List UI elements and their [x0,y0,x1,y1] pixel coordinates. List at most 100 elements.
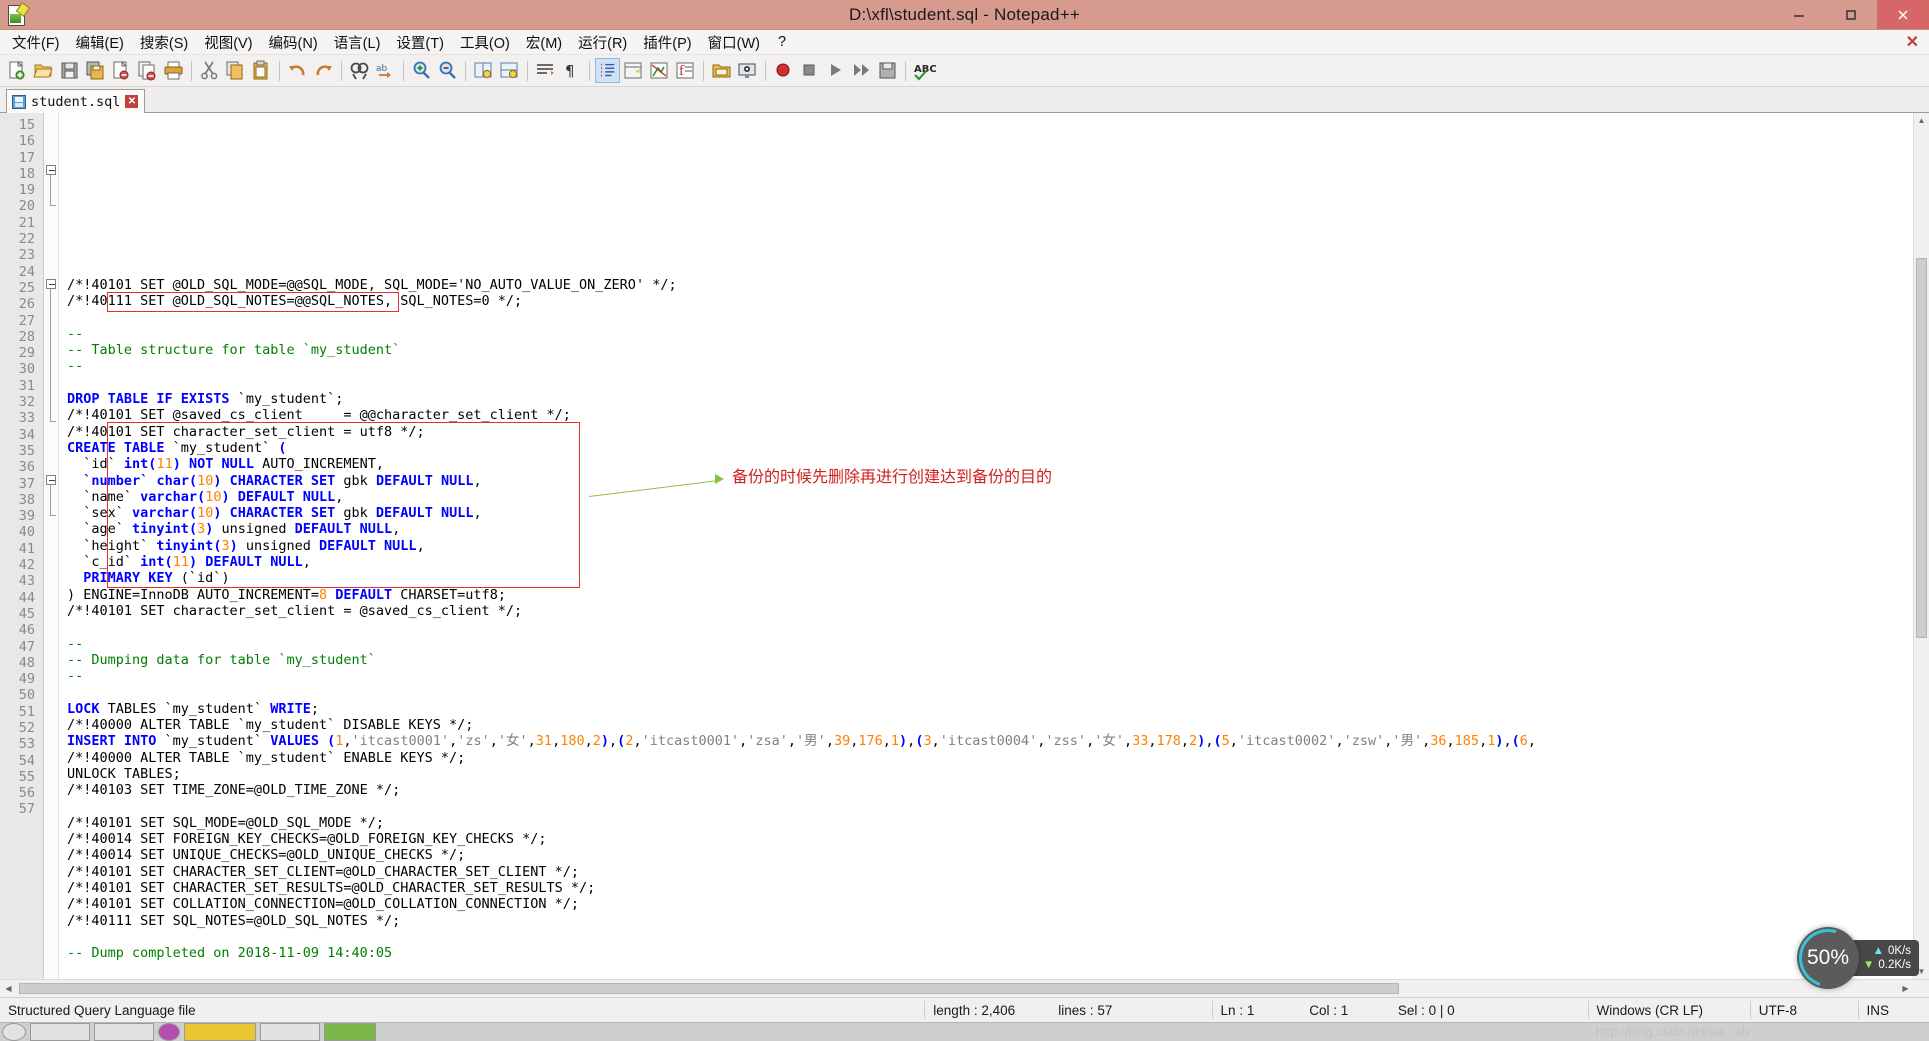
code-line[interactable]: /*!40101 SET character_set_client = utf8… [67,424,1913,440]
network-speed-widget[interactable]: 50% ▲ 0K/s ▼ 0.2K/s [1788,918,1919,998]
sync-horizontal-icon[interactable] [497,58,522,83]
save-icon[interactable] [57,58,82,83]
code-line[interactable]: PRIMARY KEY (`id`) [67,570,1913,586]
new-file-icon[interactable] [5,58,30,83]
code-line[interactable]: /*!40000 ALTER TABLE `my_student` ENABLE… [67,750,1913,766]
open-file-icon[interactable] [31,58,56,83]
code-line[interactable]: /*!40101 SET @OLD_SQL_MODE=@@SQL_MODE, S… [67,277,1913,293]
spell-check-icon[interactable]: ABC [911,58,936,83]
tab-close-icon[interactable]: ✕ [125,95,139,108]
close-file-icon[interactable] [109,58,134,83]
code-line[interactable]: LOCK TABLES `my_student` WRITE; [67,701,1913,717]
code-line[interactable]: -- [67,636,1913,652]
code-line[interactable]: DROP TABLE IF EXISTS `my_student`; [67,391,1913,407]
code-line[interactable]: /*!40101 SET CHARACTER_SET_CLIENT=@OLD_C… [67,864,1913,880]
code-line[interactable]: /*!40101 SET SQL_MODE=@OLD_SQL_MODE */; [67,815,1913,831]
code-line[interactable] [67,684,1913,700]
code-line[interactable]: CREATE TABLE `my_student` ( [67,440,1913,456]
vertical-scroll-thumb[interactable] [1916,258,1927,638]
close-document-button[interactable]: ✕ [1906,32,1919,52]
taskbar-item[interactable] [94,1023,154,1041]
code-line[interactable]: INSERT INTO `my_student` VALUES (1,'itca… [67,733,1913,749]
code-line[interactable]: -- Dump completed on 2018-11-09 14:40:05 [67,945,1913,961]
function-list-icon[interactable]: f [673,58,698,83]
word-wrap-icon[interactable] [533,58,558,83]
replace-icon[interactable]: ab [373,58,398,83]
find-icon[interactable] [347,58,372,83]
code-line[interactable]: /*!40000 ALTER TABLE `my_student` DISABL… [67,717,1913,733]
print-icon[interactable] [161,58,186,83]
code-line[interactable] [67,310,1913,326]
menu-file[interactable]: 文件(F) [4,30,68,55]
menu-view[interactable]: 视图(V) [196,30,260,55]
minimize-button[interactable] [1773,0,1825,29]
code-line[interactable]: /*!40014 SET FOREIGN_KEY_CHECKS=@OLD_FOR… [67,831,1913,847]
code-line[interactable] [67,961,1913,977]
code-line[interactable]: `c_id` int(11) DEFAULT NULL, [67,554,1913,570]
fast-play-macro-icon[interactable] [849,58,874,83]
show-all-chars-icon[interactable]: ¶ [559,58,584,83]
code-line[interactable]: -- [67,358,1913,374]
zoom-out-icon[interactable] [435,58,460,83]
code-line[interactable]: /*!40101 SET character_set_client = @sav… [67,603,1913,619]
code-line[interactable]: /*!40101 SET CHARACTER_SET_RESULTS=@OLD_… [67,880,1913,896]
vertical-scrollbar[interactable]: ▲ ▼ [1913,113,1929,979]
code-line[interactable]: /*!40101 SET COLLATION_CONNECTION=@OLD_C… [67,896,1913,912]
fold-marker-18[interactable] [46,165,56,175]
menu-plugins[interactable]: 插件(P) [635,30,699,55]
cut-icon[interactable] [197,58,222,83]
tab-student-sql[interactable]: student.sql ✕ [6,89,146,113]
taskbar-item[interactable] [30,1023,90,1041]
play-macro-icon[interactable] [823,58,848,83]
scroll-up-arrow[interactable]: ▲ [1914,113,1929,128]
horizontal-scroll-track[interactable] [17,980,1897,997]
monitor-icon[interactable] [735,58,760,83]
taskbar-item-media[interactable] [158,1023,180,1041]
copy-icon[interactable] [223,58,248,83]
document-map-icon[interactable] [647,58,672,83]
ui-pane-icon[interactable] [621,58,646,83]
code-line[interactable]: -- Dumping data for table `my_student` [67,652,1913,668]
code-line[interactable]: /*!40101 SET @saved_cs_client = @@charac… [67,407,1913,423]
menu-encoding[interactable]: 编码(N) [261,30,326,55]
menu-settings[interactable]: 设置(T) [388,30,452,55]
menu-run[interactable]: 运行(R) [570,30,635,55]
horizontal-scrollbar[interactable]: ◀ ▶ [0,979,1929,997]
taskbar-start-button[interactable] [2,1023,26,1041]
code-line[interactable]: `height` tinyint(3) unsigned DEFAULT NUL… [67,538,1913,554]
menu-edit[interactable]: 编辑(E) [68,30,132,55]
fold-marker-25[interactable] [46,279,56,289]
menu-language[interactable]: 语言(L) [326,30,389,55]
code-line[interactable] [67,375,1913,391]
close-button[interactable] [1877,0,1929,29]
scroll-left-arrow[interactable]: ◀ [0,980,17,997]
code-line[interactable]: /*!40014 SET UNIQUE_CHECKS=@OLD_UNIQUE_C… [67,847,1913,863]
zoom-in-icon[interactable] [409,58,434,83]
code-line[interactable]: -- [67,668,1913,684]
indent-guide-icon[interactable] [595,58,620,83]
stop-macro-icon[interactable] [797,58,822,83]
save-macro-icon[interactable] [875,58,900,83]
record-macro-icon[interactable] [771,58,796,83]
menu-macro[interactable]: 宏(M) [518,30,570,55]
save-all-icon[interactable] [83,58,108,83]
code-line[interactable]: UNLOCK TABLES; [67,766,1913,782]
taskbar-item[interactable] [324,1023,376,1041]
code-line[interactable]: `sex` varchar(10) CHARACTER SET gbk DEFA… [67,505,1913,521]
maximize-button[interactable] [1825,0,1877,29]
folder-workspace-icon[interactable] [709,58,734,83]
code-line[interactable] [67,619,1913,635]
close-all-icon[interactable] [135,58,160,83]
code-line[interactable]: /*!40103 SET TIME_ZONE=@OLD_TIME_ZONE */… [67,782,1913,798]
fold-marker-37[interactable] [46,475,56,485]
menu-tools[interactable]: 工具(O) [452,30,518,55]
code-line[interactable] [67,799,1913,815]
sync-vertical-icon[interactable] [471,58,496,83]
undo-icon[interactable] [285,58,310,83]
taskbar-item[interactable] [260,1023,320,1041]
code-line[interactable]: -- Table structure for table `my_student… [67,342,1913,358]
code-line[interactable]: `name` varchar(10) DEFAULT NULL, [67,489,1913,505]
code-line[interactable]: /*!40111 SET @OLD_SQL_NOTES=@@SQL_NOTES,… [67,293,1913,309]
menu-window[interactable]: 窗口(W) [700,30,768,55]
code-content[interactable]: 备份的时候先删除再进行创建达到备份的目的 /*!40101 SET @OLD_S… [59,113,1913,979]
